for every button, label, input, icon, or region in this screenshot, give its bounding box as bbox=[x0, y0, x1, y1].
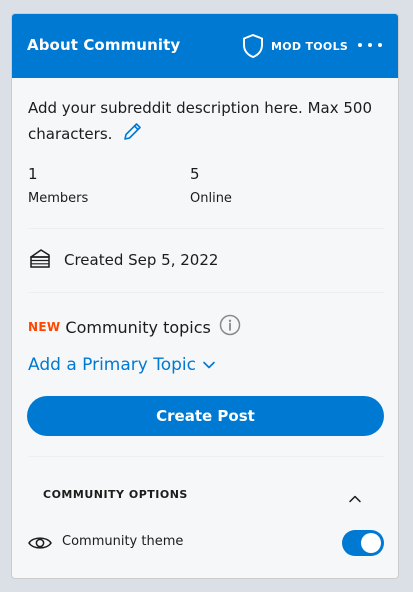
add-primary-topic-label: Add a Primary Topic bbox=[28, 355, 196, 375]
about-community-card: About Community MOD TOOLS Add your subre… bbox=[11, 13, 399, 579]
pencil-icon[interactable] bbox=[121, 121, 143, 151]
created-date-text: Created Sep 5, 2022 bbox=[64, 251, 219, 269]
cake-icon bbox=[28, 247, 64, 273]
chevron-down-icon bbox=[196, 355, 216, 375]
info-icon[interactable] bbox=[219, 314, 241, 340]
online-label: Online bbox=[190, 191, 232, 206]
card-title: About Community bbox=[27, 36, 181, 54]
mod-tools-label: MOD TOOLS bbox=[271, 39, 349, 53]
eye-icon bbox=[27, 533, 53, 557]
card-header: About Community MOD TOOLS bbox=[12, 14, 398, 78]
online-count: 5 bbox=[190, 165, 200, 183]
toggle-knob bbox=[361, 533, 381, 553]
add-primary-topic-button[interactable]: Add a Primary Topic bbox=[28, 352, 216, 378]
members-label: Members bbox=[28, 191, 89, 206]
divider bbox=[28, 456, 384, 457]
mod-tools-button[interactable]: MOD TOOLS bbox=[241, 33, 348, 59]
created-date-row: Created Sep 5, 2022 bbox=[28, 248, 218, 272]
community-topics-row: NEW Community topics bbox=[28, 314, 241, 340]
community-description: Add your subreddit description here. Max… bbox=[28, 96, 378, 151]
community-options-title: COMMUNITY OPTIONS bbox=[43, 488, 188, 501]
community-topics-title: Community topics bbox=[65, 317, 211, 337]
create-post-button[interactable]: Create Post bbox=[27, 396, 384, 436]
community-theme-label: Community theme bbox=[62, 534, 184, 549]
community-theme-toggle[interactable] bbox=[342, 530, 384, 556]
more-options-icon[interactable] bbox=[358, 38, 382, 52]
new-badge: NEW bbox=[28, 320, 61, 334]
divider bbox=[28, 228, 384, 229]
description-text: Add your subreddit description here. Max… bbox=[28, 99, 372, 143]
chevron-up-icon[interactable] bbox=[347, 490, 363, 509]
members-count: 1 bbox=[28, 165, 38, 183]
divider bbox=[28, 292, 384, 293]
shield-icon bbox=[241, 33, 265, 59]
community-theme-row: Community theme bbox=[27, 528, 384, 558]
